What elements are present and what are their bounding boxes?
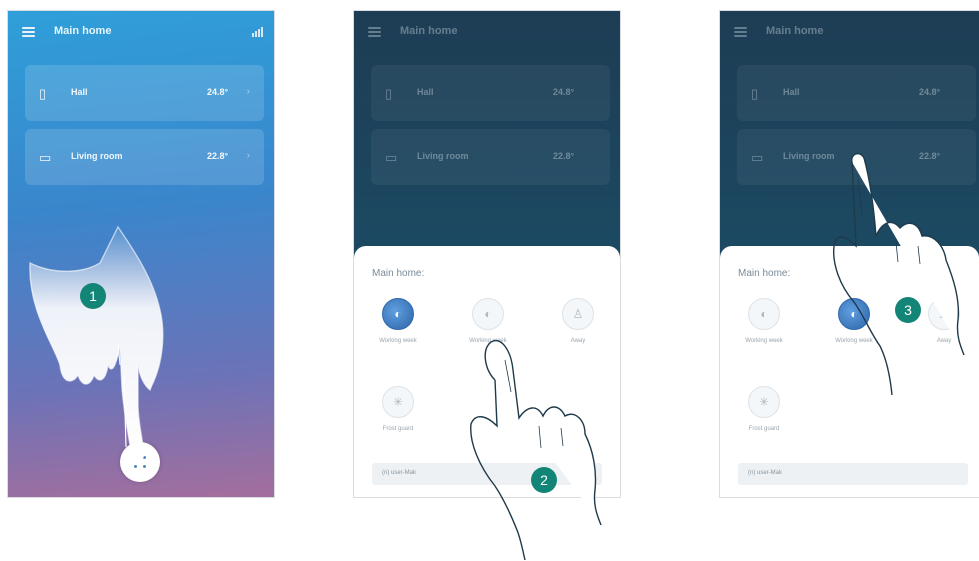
footer-bar[interactable]: (n) user-Mak	[738, 463, 968, 485]
scenario-label: Working week	[745, 338, 783, 344]
menu-icon	[368, 27, 381, 37]
sheet-title: Main home:	[372, 268, 425, 279]
room-name: Hall	[71, 87, 88, 97]
app-header: Main home	[720, 11, 979, 55]
thermostat-icon: ▯	[751, 86, 759, 101]
chevron-right-icon: ›	[246, 86, 250, 97]
room-name: Living room	[417, 151, 469, 161]
scenario-frost-guard[interactable]: ✳ Frost guard	[732, 386, 796, 456]
thermostat-icon: ▯	[385, 86, 393, 101]
footer-text: (n) user-Mak	[382, 470, 417, 476]
room-card-living-room: ▭ Living room 22.8°	[371, 129, 610, 185]
room-temperature: 24.8°	[553, 87, 575, 97]
scenario-working-week[interactable]: ◐ Working week	[366, 298, 430, 368]
chevron-right-icon: ›	[246, 150, 250, 161]
scenario-label: Frost guard	[748, 426, 780, 432]
menu-icon[interactable]	[22, 27, 35, 37]
sofa-icon: ▭	[39, 150, 52, 165]
room-temperature: 24.8°	[919, 87, 941, 97]
pointing-hand-icon	[470, 339, 602, 560]
page-title: Main home	[54, 25, 112, 37]
app-header: Main home	[354, 11, 620, 55]
menu-icon	[734, 27, 747, 37]
room-temperature: 22.8°	[553, 151, 575, 161]
room-temperature: 24.8°	[207, 87, 229, 97]
scenario-working-week[interactable]: ◐ Working week	[732, 298, 796, 368]
room-card-living-room[interactable]: ▭ Living room 22.8° ›	[25, 129, 264, 185]
scenario-frost-guard[interactable]: ✳ Frost guard	[366, 386, 430, 456]
snowflake-icon: ✳	[382, 386, 414, 418]
thermostat-icon: ▯	[39, 86, 47, 101]
room-temperature: 22.8°	[207, 151, 229, 161]
pointing-hand-icon	[833, 152, 965, 395]
step-badge-1: 1	[80, 283, 106, 309]
page-title: Main home	[766, 25, 824, 37]
sofa-icon: ▭	[751, 150, 764, 165]
step-badge-2: 2	[531, 467, 557, 493]
sheet-title: Main home:	[738, 268, 791, 279]
room-name: Hall	[783, 87, 800, 97]
room-name: Hall	[417, 87, 434, 97]
footer-text: (n) user-Mak	[748, 470, 783, 476]
room-card-hall[interactable]: ▯ Hall 24.8° ›	[25, 65, 264, 121]
drop-icon: ◐	[382, 298, 414, 330]
room-card-hall: ▯ Hall 24.8°	[371, 65, 610, 121]
person-icon: ♙	[562, 298, 594, 330]
step-badge-3: 3	[895, 297, 921, 323]
drop-icon: ◐	[472, 298, 504, 330]
page-title: Main home	[400, 25, 458, 37]
sofa-icon: ▭	[385, 150, 398, 165]
signal-icon	[252, 27, 264, 37]
room-name: Living room	[783, 151, 835, 161]
drop-icon: ◐	[748, 298, 780, 330]
scenario-label: Frost guard	[382, 426, 414, 432]
room-card-hall: ▯ Hall 24.8°	[737, 65, 976, 121]
room-name: Living room	[71, 151, 123, 161]
scenario-label: Working week	[379, 338, 417, 344]
pointing-hand-icon	[29, 225, 164, 461]
snowflake-icon: ✳	[748, 386, 780, 418]
app-header: Main home	[8, 11, 274, 55]
